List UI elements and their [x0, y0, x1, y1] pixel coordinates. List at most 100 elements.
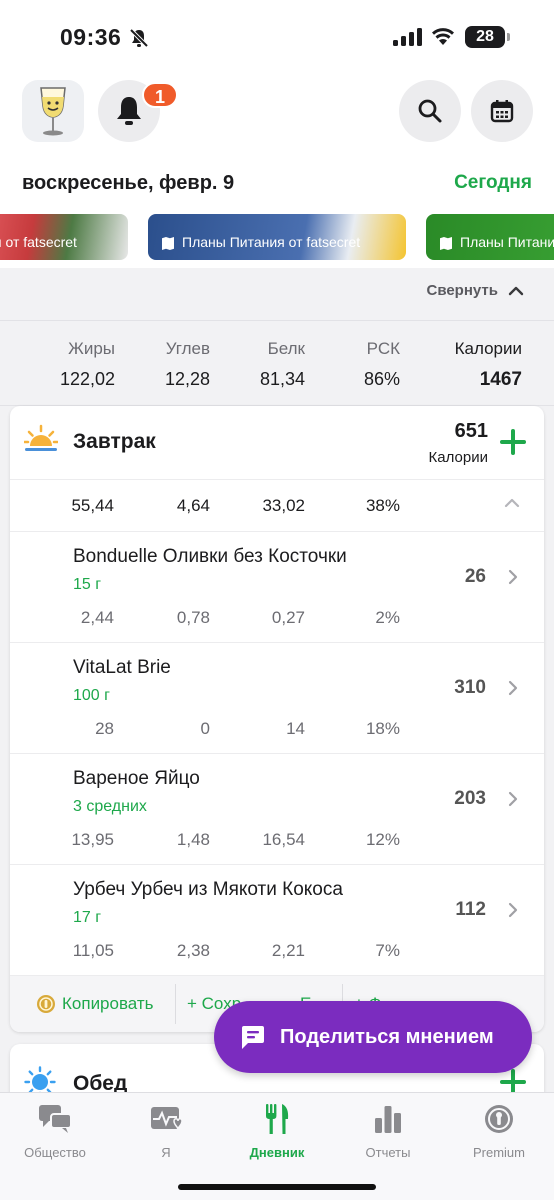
diary-date[interactable]: воскресенье, февр. 9 — [22, 172, 234, 195]
tab-diary[interactable]: Дневник — [222, 1101, 332, 1160]
meal-calories: 651 Калории — [429, 420, 488, 466]
add-food-button[interactable] — [500, 429, 526, 455]
banner-card[interactable]: я от fatsecret — [0, 214, 128, 260]
status-bar: 09:36 28 — [0, 0, 554, 72]
tab-premium[interactable]: Premium — [444, 1101, 554, 1160]
meal-title: Завтрак — [73, 430, 156, 453]
food-fat: 13,95 — [71, 830, 114, 849]
food-name: Урбеч Урбеч из Мякоти Кокоса — [73, 879, 343, 900]
total-carbs: Углев 12,28 — [165, 339, 210, 390]
food-portion: 15 г — [73, 576, 102, 593]
food-rdi: 18% — [365, 719, 400, 738]
total-fat: Жиры 122,02 — [60, 339, 115, 390]
meal-calories-value: 651 — [454, 420, 488, 442]
banner-label: Планы Питани — [460, 234, 554, 250]
summary-rdi: 38% — [365, 496, 400, 515]
food-carbs: 1,48 — [176, 830, 210, 849]
collapse-row: Свернуть — [0, 270, 554, 320]
total-protein: Белк 81,34 — [260, 339, 305, 390]
bar-chart-icon — [375, 1106, 401, 1133]
chevron-right-icon — [508, 680, 518, 696]
total-value: 12,28 — [164, 369, 210, 389]
message-icon — [242, 1026, 264, 1049]
food-calories: 26 — [464, 566, 486, 587]
food-carbs: 0,78 — [176, 608, 210, 627]
food-item[interactable]: Урбеч Урбеч из Мякоти Кокоса 17 г 112 11… — [10, 865, 544, 976]
food-carbs: 2,38 — [176, 941, 210, 960]
total-value: 1467 — [479, 369, 522, 390]
food-rdi: 12% — [365, 830, 400, 849]
battery-cap — [507, 33, 510, 41]
chevron-up-icon[interactable] — [504, 498, 520, 508]
map-icon — [162, 237, 174, 250]
summary-protein: 33,02 — [262, 496, 305, 515]
food-portion: 17 г — [73, 909, 102, 926]
chevron-up-icon — [508, 286, 524, 295]
map-icon — [440, 237, 452, 250]
heart-pulse-icon — [151, 1107, 182, 1130]
status-time: 09:36 — [60, 24, 122, 50]
premium-icon — [485, 1105, 513, 1133]
meal-calories-unit: Калории — [428, 449, 488, 466]
feedback-button[interactable]: Поделиться мнением — [214, 1001, 532, 1073]
chevron-right-icon — [508, 902, 518, 918]
banner-label: я от fatsecret — [0, 234, 77, 250]
tab-label: Отчеты — [365, 1145, 411, 1160]
chat-icon — [39, 1105, 72, 1133]
total-label: РСК — [366, 339, 400, 358]
tab-label: Я — [161, 1145, 171, 1160]
collapse-button[interactable]: Свернуть — [426, 282, 524, 299]
meal-header[interactable]: Завтрак 651 Калории — [10, 406, 544, 480]
chevron-right-icon — [508, 791, 518, 807]
food-name: Bonduelle Оливки без Косточки — [73, 546, 347, 567]
food-protein: 2,21 — [271, 941, 305, 960]
food-item[interactable]: VitaLat Brie 100 г 310 28 0 14 18% — [10, 643, 544, 754]
total-label: Калории — [454, 339, 522, 358]
fork-knife-icon — [266, 1104, 289, 1134]
food-rdi: 2% — [375, 608, 400, 627]
food-protein: 16,54 — [262, 830, 305, 849]
food-calories: 310 — [454, 677, 486, 698]
banner-card[interactable]: Планы Питани — [426, 214, 554, 260]
banner-card[interactable]: Планы Питания от fatsecret — [148, 214, 406, 260]
total-calories: Калории 1467 — [455, 339, 522, 391]
total-label: Углев — [165, 339, 210, 358]
meal-plan-banners: я от fatsecret Планы Питания от fatsecre… — [0, 202, 554, 268]
food-name: VitaLat Brie — [73, 657, 171, 678]
today-link[interactable]: Сегодня — [454, 172, 532, 194]
total-value: 122,02 — [59, 369, 115, 389]
copy-label: Копировать — [62, 994, 154, 1013]
food-item[interactable]: Bonduelle Оливки без Косточки 15 г 26 2,… — [10, 532, 544, 643]
search-button[interactable] — [399, 80, 461, 142]
food-fat: 11,05 — [72, 941, 114, 960]
calendar-button[interactable] — [471, 80, 533, 142]
food-portion: 3 средних — [73, 798, 147, 815]
copy-button[interactable]: Копировать — [36, 994, 154, 1014]
tab-community[interactable]: Общество — [0, 1101, 110, 1160]
breakfast-card: Завтрак 651 Калории 55,44 4,64 33,02 38%… — [10, 406, 544, 1032]
bell-icon — [117, 97, 141, 125]
wine-glass-icon — [40, 87, 66, 136]
battery-indicator: 28 — [465, 26, 505, 48]
food-protein: 14 — [286, 719, 305, 738]
tab-label: Общество — [24, 1145, 86, 1160]
food-name: Вареное Яйцо — [73, 768, 200, 789]
total-label: Жиры — [68, 339, 115, 358]
avatar[interactable] — [22, 80, 84, 142]
banner-label: Планы Питания от fatsecret — [182, 234, 361, 250]
tab-me[interactable]: Я — [111, 1101, 221, 1160]
search-icon — [418, 99, 442, 123]
total-rdi: РСК 86% — [364, 339, 400, 390]
chevron-right-icon — [508, 569, 518, 585]
cellular-signal-icon — [393, 28, 422, 46]
tab-label: Дневник — [249, 1145, 305, 1160]
tab-label: Premium — [472, 1145, 525, 1160]
divider — [175, 984, 176, 1024]
food-carbs: 0 — [200, 719, 210, 738]
premium-coin-icon — [37, 995, 55, 1013]
collapse-label: Свернуть — [426, 282, 498, 299]
tab-reports[interactable]: Отчеты — [333, 1101, 443, 1160]
food-item[interactable]: Вареное Яйцо 3 средних 203 13,95 1,48 16… — [10, 754, 544, 865]
meal-summary-row: 55,44 4,64 33,02 38% — [10, 480, 544, 532]
home-indicator — [178, 1184, 376, 1190]
